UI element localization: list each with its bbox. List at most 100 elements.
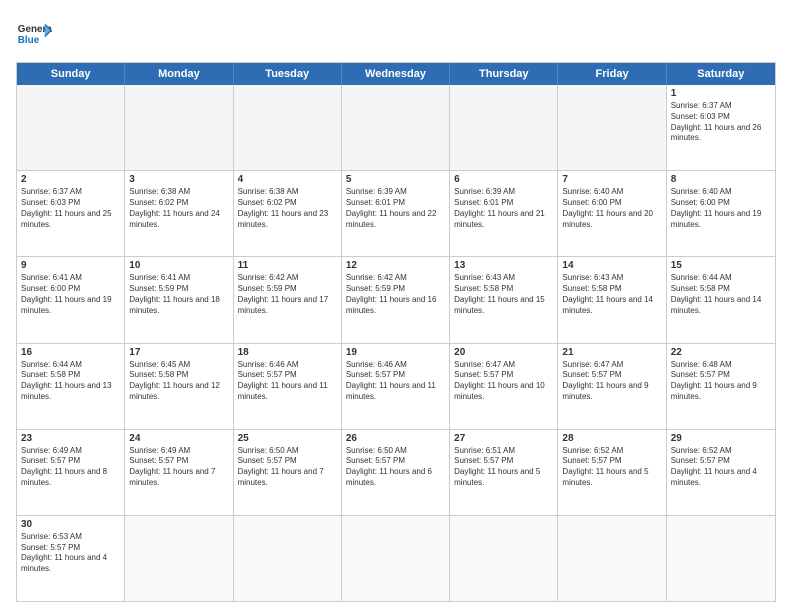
day-number: 29 [671,433,771,444]
day-number: 20 [454,347,553,358]
day-number: 17 [129,347,228,358]
cell-info: Sunrise: 6:43 AM Sunset: 5:58 PM Dayligh… [562,273,661,316]
cell-info: Sunrise: 6:37 AM Sunset: 6:03 PM Dayligh… [21,187,120,230]
day-cell-12: 12Sunrise: 6:42 AM Sunset: 5:59 PM Dayli… [342,257,450,342]
calendar-row-4: 16 Sunrise: 6:44 AM Sunset: 5:58 PM Dayli… [17,343,775,429]
day-cell-29: 29 Sunrise: 6:52 AM Sunset: 5:57 PM Dayli… [667,430,775,515]
empty-cell [342,85,450,170]
day-cell-22: 22 Sunrise: 6:48 AM Sunset: 5:57 PM Dayli… [667,344,775,429]
day-cell-4: 4 Sunrise: 6:38 AM Sunset: 6:02 PM Daylig… [234,171,342,256]
cell-info: Sunrise: 6:47 AM Sunset: 5:57 PM Dayligh… [454,360,553,403]
day-cell-6: 6 Sunrise: 6:39 AM Sunset: 6:01 PM Daylig… [450,171,558,256]
cell-info: Sunrise: 6:49 AM Sunset: 5:57 PM Dayligh… [129,446,228,489]
day-of-week-wednesday: Wednesday [342,63,450,85]
cell-info: Sunrise: 6:50 AM Sunset: 5:57 PM Dayligh… [346,446,445,489]
day-of-week-saturday: Saturday [667,63,775,85]
cell-info: Sunrise: 6:48 AM Sunset: 5:57 PM Dayligh… [671,360,771,403]
empty-cell [450,85,558,170]
cell-info: Sunrise: 6:40 AM Sunset: 6:00 PM Dayligh… [562,187,661,230]
empty-cell [558,85,666,170]
cell-info: Sunrise: 6:39 AM Sunset: 6:01 PM Dayligh… [454,187,553,230]
day-number: 10 [129,260,228,271]
cell-info: Sunrise: 6:44 AM Sunset: 5:58 PM Dayligh… [671,273,771,316]
day-number: 21 [562,347,661,358]
day-number: 19 [346,347,445,358]
day-cell-16: 16 Sunrise: 6:44 AM Sunset: 5:58 PM Dayli… [17,344,125,429]
cell-info: Sunrise: 6:39 AM Sunset: 6:01 PM Dayligh… [346,187,445,230]
cell-info: Sunrise: 6:49 AM Sunset: 5:57 PM Dayligh… [21,446,120,489]
cell-info: Sunrise: 6:40 AM Sunset: 6:00 PM Dayligh… [671,187,771,230]
calendar: SundayMondayTuesdayWednesdayThursdayFrid… [16,62,776,602]
day-number: 13 [454,260,553,271]
day-of-week-tuesday: Tuesday [234,63,342,85]
day-cell-15: 15Sunrise: 6:44 AM Sunset: 5:58 PM Dayli… [667,257,775,342]
cell-info: Sunrise: 6:44 AM Sunset: 5:58 PM Dayligh… [21,360,120,403]
cell-info: Sunrise: 6:38 AM Sunset: 6:02 PM Dayligh… [238,187,337,230]
day-number: 6 [454,174,553,185]
day-number: 3 [129,174,228,185]
day-number: 25 [238,433,337,444]
day-of-week-thursday: Thursday [450,63,558,85]
day-cell-18: 18Sunrise: 6:46 AM Sunset: 5:57 PM Dayli… [234,344,342,429]
cell-info: Sunrise: 6:41 AM Sunset: 6:00 PM Dayligh… [21,273,120,316]
day-cell-10: 10 Sunrise: 6:41 AM Sunset: 5:59 PM Dayli… [125,257,233,342]
day-of-week-friday: Friday [558,63,666,85]
cell-info: Sunrise: 6:45 AM Sunset: 5:58 PM Dayligh… [129,360,228,403]
day-number: 22 [671,347,771,358]
day-number: 8 [671,174,771,185]
day-cell-1: 1Sunrise: 6:37 AM Sunset: 6:03 PM Daylig… [667,85,775,170]
page: General Blue SundayMondayTuesdayWednesda… [0,0,792,612]
cell-info: Sunrise: 6:53 AM Sunset: 5:57 PM Dayligh… [21,532,120,575]
day-cell-28: 28 Sunrise: 6:52 AM Sunset: 5:57 PM Dayli… [558,430,666,515]
day-number: 14 [562,260,661,271]
calendar-row-6: 30Sunrise: 6:53 AM Sunset: 5:57 PM Dayli… [17,515,775,601]
day-number: 16 [21,347,120,358]
day-of-week-sunday: Sunday [17,63,125,85]
day-number: 7 [562,174,661,185]
day-number: 9 [21,260,120,271]
day-number: 18 [238,347,337,358]
calendar-row-2: 2 Sunrise: 6:37 AM Sunset: 6:03 PM Daylig… [17,170,775,256]
day-cell-21: 21 Sunrise: 6:47 AM Sunset: 5:57 PM Dayli… [558,344,666,429]
calendar-row-1: 1Sunrise: 6:37 AM Sunset: 6:03 PM Daylig… [17,85,775,170]
day-cell-26: 26Sunrise: 6:50 AM Sunset: 5:57 PM Dayli… [342,430,450,515]
calendar-row-3: 9 Sunrise: 6:41 AM Sunset: 6:00 PM Daylig… [17,256,775,342]
cell-info: Sunrise: 6:41 AM Sunset: 5:59 PM Dayligh… [129,273,228,316]
day-of-week-monday: Monday [125,63,233,85]
empty-cell [125,85,233,170]
day-number: 2 [21,174,120,185]
day-number: 4 [238,174,337,185]
day-number: 5 [346,174,445,185]
day-cell-14: 14 Sunrise: 6:43 AM Sunset: 5:58 PM Dayli… [558,257,666,342]
day-cell-25: 25Sunrise: 6:50 AM Sunset: 5:57 PM Dayli… [234,430,342,515]
day-cell-11: 11 Sunrise: 6:42 AM Sunset: 5:59 PM Dayli… [234,257,342,342]
cell-info: Sunrise: 6:42 AM Sunset: 5:59 PM Dayligh… [346,273,445,316]
day-number: 24 [129,433,228,444]
cell-info: Sunrise: 6:38 AM Sunset: 6:02 PM Dayligh… [129,187,228,230]
day-cell-23: 23Sunrise: 6:49 AM Sunset: 5:57 PM Dayli… [17,430,125,515]
cell-info: Sunrise: 6:46 AM Sunset: 5:57 PM Dayligh… [346,360,445,403]
day-cell-5: 5 Sunrise: 6:39 AM Sunset: 6:01 PM Daylig… [342,171,450,256]
logo-icon: General Blue [16,16,52,52]
calendar-row-5: 23Sunrise: 6:49 AM Sunset: 5:57 PM Dayli… [17,429,775,515]
empty-cell [234,85,342,170]
cell-info: Sunrise: 6:52 AM Sunset: 5:57 PM Dayligh… [671,446,771,489]
day-cell-7: 7 Sunrise: 6:40 AM Sunset: 6:00 PM Daylig… [558,171,666,256]
empty-cell [450,516,558,601]
cell-info: Sunrise: 6:47 AM Sunset: 5:57 PM Dayligh… [562,360,661,403]
day-number: 11 [238,260,337,271]
empty-cell [234,516,342,601]
cell-info: Sunrise: 6:52 AM Sunset: 5:57 PM Dayligh… [562,446,661,489]
day-cell-13: 13 Sunrise: 6:43 AM Sunset: 5:58 PM Dayli… [450,257,558,342]
day-cell-20: 20 Sunrise: 6:47 AM Sunset: 5:57 PM Dayli… [450,344,558,429]
calendar-body: 1Sunrise: 6:37 AM Sunset: 6:03 PM Daylig… [17,85,775,601]
empty-cell [342,516,450,601]
day-number: 28 [562,433,661,444]
empty-cell [125,516,233,601]
day-cell-19: 19 Sunrise: 6:46 AM Sunset: 5:57 PM Dayli… [342,344,450,429]
calendar-header: SundayMondayTuesdayWednesdayThursdayFrid… [17,63,775,85]
cell-info: Sunrise: 6:51 AM Sunset: 5:57 PM Dayligh… [454,446,553,489]
cell-info: Sunrise: 6:42 AM Sunset: 5:59 PM Dayligh… [238,273,337,316]
cell-info: Sunrise: 6:43 AM Sunset: 5:58 PM Dayligh… [454,273,553,316]
empty-cell [667,516,775,601]
